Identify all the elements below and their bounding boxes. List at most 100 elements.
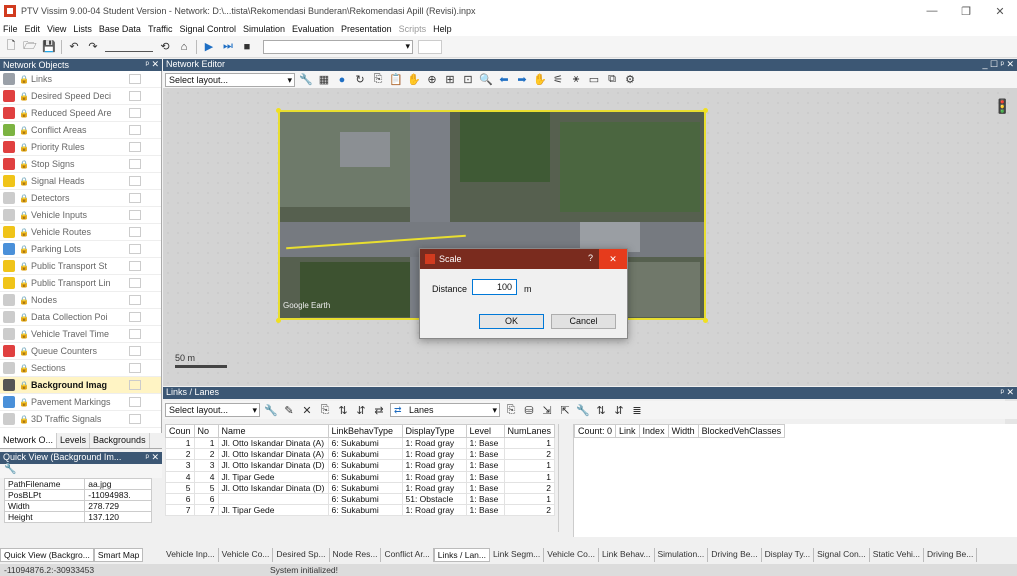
restore-icon[interactable]: ❐ bbox=[949, 0, 983, 22]
toolbar-combo[interactable] bbox=[263, 39, 413, 54]
qv-value[interactable]: aa.jpg bbox=[84, 478, 152, 490]
table-cell[interactable]: 1: Base bbox=[465, 492, 505, 506]
bottom-tab[interactable]: Static Vehi... bbox=[870, 548, 925, 562]
table-cell[interactable]: 6: Sukabumi bbox=[327, 459, 403, 472]
visibility-swatch[interactable] bbox=[129, 227, 141, 237]
tab-levels[interactable]: Levels bbox=[57, 433, 91, 448]
table-cell[interactable] bbox=[217, 492, 329, 506]
stop-icon[interactable]: ■ bbox=[240, 40, 254, 54]
new-file-icon[interactable]: 🗋 bbox=[4, 40, 18, 54]
table-cell[interactable]: 2 bbox=[503, 504, 556, 517]
table-row[interactable]: 2 2 Jl. Otto Iskandar Dinata (A) 6: Sukabum… bbox=[165, 448, 556, 461]
network-object-item[interactable]: 🔒 Vehicle Routes bbox=[0, 224, 161, 241]
image-handle[interactable] bbox=[703, 318, 708, 323]
bottom-tab[interactable]: Node Res... bbox=[330, 548, 382, 562]
visibility-swatch[interactable] bbox=[129, 91, 141, 101]
network-object-item[interactable]: 🔒 Parking Lots bbox=[0, 241, 161, 258]
menu-traffic[interactable]: Traffic bbox=[148, 24, 173, 34]
bottom-tab[interactable]: Simulation... bbox=[655, 548, 709, 562]
bottom-tab[interactable]: Vehicle Inp... bbox=[163, 548, 219, 562]
dialog-close-icon[interactable]: ✕ bbox=[599, 249, 627, 269]
table-cell[interactable]: 6: Sukabumi bbox=[327, 481, 403, 494]
ok-button[interactable]: OK bbox=[479, 314, 544, 329]
visibility-swatch[interactable] bbox=[129, 74, 141, 84]
visibility-swatch[interactable] bbox=[129, 414, 141, 424]
panel-pin-close-icon[interactable]: ᵖ ✕ bbox=[146, 59, 159, 70]
column-header[interactable]: Index bbox=[638, 424, 669, 438]
table-cell[interactable]: 1: Base bbox=[465, 504, 505, 517]
network-object-item[interactable]: 🔒 Priority Rules bbox=[0, 139, 161, 156]
lock-icon[interactable]: 🔒 bbox=[19, 245, 29, 254]
delete-icon[interactable]: ✕ bbox=[300, 403, 314, 417]
table-cell[interactable]: 6: Sukabumi bbox=[327, 436, 403, 450]
menu-base-data[interactable]: Base Data bbox=[99, 24, 141, 34]
qv-value[interactable]: 137.120 bbox=[84, 511, 152, 523]
menu-lists[interactable]: Lists bbox=[73, 24, 92, 34]
export-icon[interactable]: ⇲ bbox=[540, 403, 554, 417]
bottom-tab[interactable]: Display Ty... bbox=[762, 548, 815, 562]
lanes-combo[interactable]: Lanes bbox=[390, 403, 500, 417]
sort-desc-icon[interactable]: ⇵ bbox=[354, 403, 368, 417]
table-row[interactable]: 5 5 Jl. Otto Iskandar Dinata (D) 6: Sukabum… bbox=[165, 481, 556, 494]
table-cell[interactable]: 1: Road gray bbox=[401, 481, 467, 494]
visibility-swatch[interactable] bbox=[129, 295, 141, 305]
lock-icon[interactable]: 🔒 bbox=[19, 75, 29, 84]
cancel-button[interactable]: Cancel bbox=[551, 314, 616, 329]
network-object-item[interactable]: 🔒 3D Traffic Signals bbox=[0, 411, 161, 428]
back-arrow-icon[interactable]: ⬅ bbox=[497, 73, 511, 87]
table-cell[interactable]: 7 bbox=[193, 504, 219, 517]
lock-icon[interactable]: 🔒 bbox=[19, 109, 29, 118]
import-icon[interactable]: ⇱ bbox=[558, 403, 572, 417]
column-header[interactable]: Name bbox=[217, 424, 329, 438]
bottom-tab[interactable]: Desired Sp... bbox=[273, 548, 330, 562]
table-row[interactable]: 7 7 Jl. Tipar Gede 6: Sukabumi 1: Road gray 1… bbox=[165, 504, 556, 517]
table-cell[interactable]: 4 bbox=[193, 470, 219, 483]
table-cell[interactable]: 2 bbox=[503, 481, 556, 494]
visibility-swatch[interactable] bbox=[129, 363, 141, 373]
network-object-item[interactable]: 🔒 Public Transport Lin bbox=[0, 275, 161, 292]
lock-icon[interactable]: 🔒 bbox=[19, 398, 29, 407]
table-cell[interactable]: 1: Base bbox=[465, 436, 505, 450]
open-folder-icon[interactable]: 🗁 bbox=[23, 40, 37, 54]
network-editor-canvas[interactable]: Google Earth 50 m 🚦 bbox=[163, 88, 1017, 386]
qv-value[interactable]: 278.729 bbox=[84, 500, 152, 512]
table-cell[interactable]: Jl. Otto Iskandar Dinata (D) bbox=[217, 459, 329, 472]
redo-icon[interactable]: ↷ bbox=[86, 40, 100, 54]
table-cell[interactable]: 51: Obstacle bbox=[401, 492, 467, 506]
table-cell[interactable]: 1: Road gray bbox=[401, 470, 467, 483]
visibility-swatch[interactable] bbox=[129, 108, 141, 118]
visibility-swatch[interactable] bbox=[129, 176, 141, 186]
lock-icon[interactable]: 🔒 bbox=[19, 364, 29, 373]
table-row[interactable]: 4 4 Jl. Tipar Gede 6: Sukabumi 1: Road gray 1… bbox=[165, 470, 556, 483]
copy-icon[interactable]: ⎘ bbox=[504, 403, 518, 417]
3d-view-icon[interactable]: ⌂ bbox=[177, 40, 191, 54]
table-row[interactable]: 1 1 Jl. Otto Iskandar Dinata (A) 6: Sukabum… bbox=[165, 436, 556, 450]
minimize-icon[interactable]: — bbox=[915, 0, 949, 22]
rotate-icon[interactable]: ⟲ bbox=[158, 40, 172, 54]
table-cell[interactable]: 1: Base bbox=[465, 481, 505, 494]
network-object-item[interactable]: 🔒 Vehicle Inputs bbox=[0, 207, 161, 224]
bottom-tab[interactable]: Signal Con... bbox=[814, 548, 870, 562]
table-cell[interactable]: Jl. Otto Iskandar Dinata (D) bbox=[217, 481, 329, 494]
sync-icon[interactable]: ⇄ bbox=[372, 403, 386, 417]
zoom-icon[interactable]: 🔍 bbox=[479, 73, 493, 87]
sort-icon[interactable]: ⇅ bbox=[594, 403, 608, 417]
visibility-swatch[interactable] bbox=[129, 125, 141, 135]
menu-view[interactable]: View bbox=[47, 24, 66, 34]
table-row[interactable]: 6 6 6: Sukabumi 51: Obstacle 1: Base 1 bbox=[165, 492, 556, 506]
qv-value[interactable]: -11094983. bbox=[84, 489, 152, 501]
table-cell[interactable]: 1: Base bbox=[465, 459, 505, 472]
menu-simulation[interactable]: Simulation bbox=[243, 24, 285, 34]
column-header[interactable]: No bbox=[193, 424, 219, 438]
visibility-swatch[interactable] bbox=[129, 261, 141, 271]
bottom-tab[interactable]: Driving Be... bbox=[708, 548, 762, 562]
table-cell[interactable]: 6: Sukabumi bbox=[327, 470, 403, 483]
help-button[interactable]: ? bbox=[588, 253, 593, 263]
screenshot-icon[interactable]: ▭ bbox=[587, 73, 601, 87]
table-cell[interactable]: 4 bbox=[165, 470, 195, 483]
network-object-item[interactable]: 🔒 Links bbox=[0, 71, 161, 88]
table-cell[interactable]: 2 bbox=[503, 448, 556, 461]
sort-asc-icon[interactable]: ⇅ bbox=[336, 403, 350, 417]
bottom-tab[interactable]: Vehicle Co... bbox=[544, 548, 599, 562]
table-cell[interactable]: 6 bbox=[193, 492, 219, 506]
